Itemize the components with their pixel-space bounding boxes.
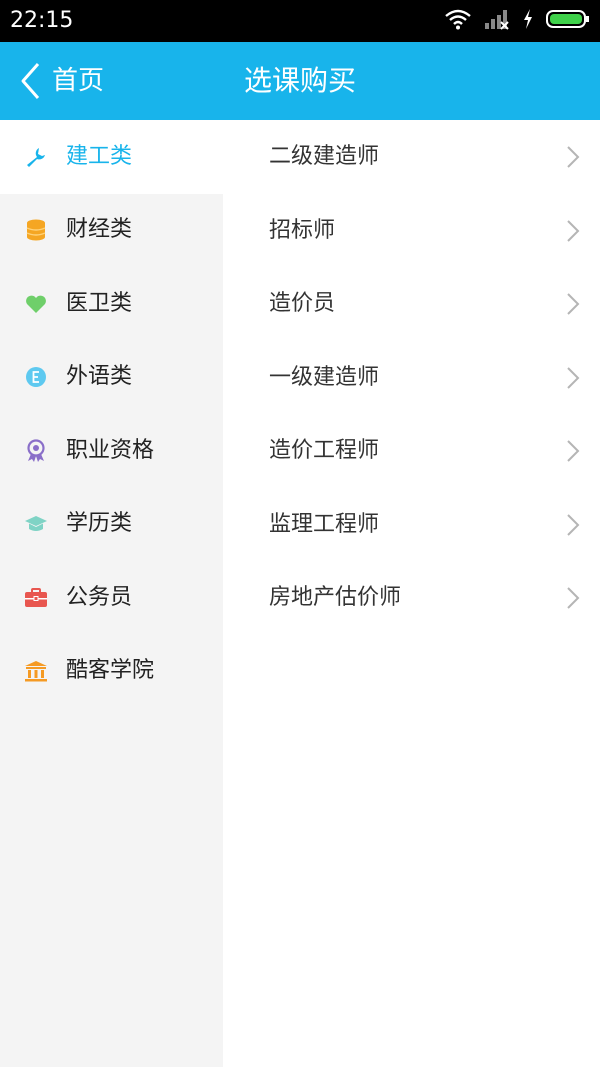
sidebar-item-label: 学历类 <box>66 511 133 537</box>
charging-icon <box>522 8 534 34</box>
wrench-icon <box>24 145 48 169</box>
graduation-cap-icon <box>24 512 48 536</box>
course-label: 招标师 <box>269 217 336 243</box>
sidebar-item-label: 职业资格 <box>66 437 155 463</box>
list-item[interactable]: 房地产估价师 <box>223 561 600 635</box>
sidebar-item-qualification[interactable]: 职业资格 <box>0 414 223 488</box>
category-sidebar: 建工类 财经类 医卫类 外语类 职业资格 学历类 公务员 酷客学院 <box>0 120 223 1067</box>
list-item[interactable]: 一级建造师 <box>223 341 600 415</box>
course-label: 监理工程师 <box>269 511 380 537</box>
back-label: 首页 <box>52 66 105 96</box>
wifi-icon <box>444 8 472 34</box>
status-bar: 22:15 <box>0 0 600 42</box>
list-item[interactable]: 二级建造师 <box>223 120 600 194</box>
sidebar-item-label: 公务员 <box>66 584 133 610</box>
chevron-left-icon <box>20 62 40 100</box>
list-item[interactable]: 监理工程师 <box>223 488 600 562</box>
sidebar-item-label: 医卫类 <box>66 290 133 316</box>
course-label: 二级建造师 <box>269 144 380 169</box>
sidebar-item-civil-service[interactable]: 公务员 <box>0 561 223 635</box>
coins-icon <box>24 218 48 242</box>
sidebar-item-education[interactable]: 学历类 <box>0 488 223 562</box>
status-icons <box>444 8 590 34</box>
sidebar-item-medical[interactable]: 医卫类 <box>0 267 223 341</box>
briefcase-icon <box>24 586 48 610</box>
sidebar-item-language[interactable]: 外语类 <box>0 341 223 415</box>
course-label: 房地产估价师 <box>269 585 402 610</box>
list-item[interactable]: 造价工程师 <box>223 414 600 488</box>
heart-icon <box>24 292 48 316</box>
chevron-right-icon <box>566 292 580 316</box>
battery-icon <box>546 8 590 34</box>
letter-e-icon <box>24 365 48 389</box>
chevron-right-icon <box>566 513 580 537</box>
status-time: 22:15 <box>10 8 74 33</box>
list-item[interactable]: 招标师 <box>223 194 600 268</box>
signal-icon <box>484 8 510 34</box>
sidebar-item-label: 建工类 <box>66 143 133 169</box>
sidebar-item-construction[interactable]: 建工类 <box>0 120 223 194</box>
course-list: 二级建造师 招标师 造价员 一级建造师 造价工程师 监理工程师 房地产估价师 <box>223 120 600 1067</box>
course-label: 造价员 <box>269 291 336 316</box>
chevron-right-icon <box>566 439 580 463</box>
nav-bar: 首页 选课购买 <box>0 42 600 120</box>
institution-icon <box>24 659 48 683</box>
sidebar-item-label: 财经类 <box>66 217 133 243</box>
medal-icon <box>24 439 48 463</box>
sidebar-item-finance[interactable]: 财经类 <box>0 194 223 268</box>
back-button[interactable]: 首页 <box>20 42 104 120</box>
chevron-right-icon <box>566 366 580 390</box>
list-item[interactable]: 造价员 <box>223 267 600 341</box>
sidebar-item-label: 外语类 <box>66 364 133 390</box>
sidebar-item-label: 酷客学院 <box>66 658 155 684</box>
chevron-right-icon <box>566 145 580 169</box>
chevron-right-icon <box>566 219 580 243</box>
chevron-right-icon <box>566 586 580 610</box>
course-label: 一级建造师 <box>269 364 380 390</box>
sidebar-item-academy[interactable]: 酷客学院 <box>0 635 223 709</box>
course-label: 造价工程师 <box>269 438 380 463</box>
